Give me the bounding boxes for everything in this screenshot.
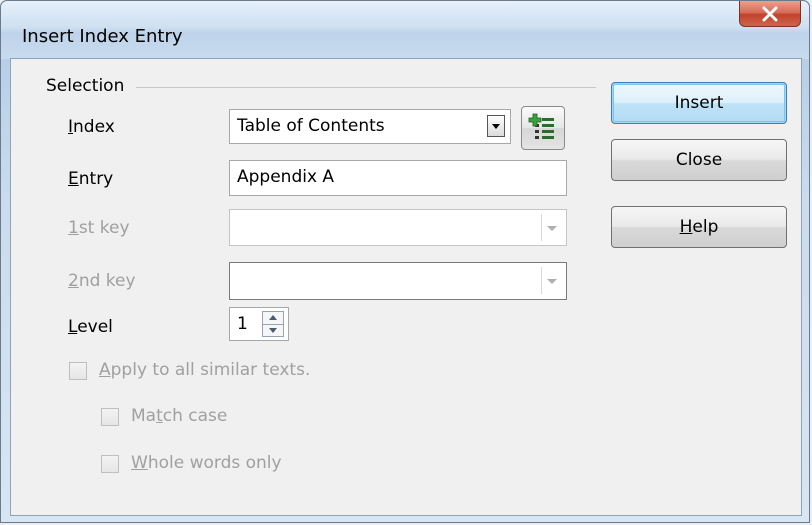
window-title: Insert Index Entry: [22, 26, 183, 47]
chevron-down-icon[interactable]: [541, 267, 562, 294]
chevron-down-icon[interactable]: [541, 214, 562, 241]
title-bar[interactable]: Insert Index Entry: [1, 1, 809, 59]
group-divider: [136, 87, 596, 88]
level-spin-buttons: [262, 311, 284, 337]
close-x-icon: [762, 6, 778, 21]
dialog-window: Insert Index Entry Selection Index Table…: [0, 0, 810, 523]
insert-button[interactable]: Insert: [611, 82, 787, 124]
whole-words-label: Whole words only: [131, 453, 282, 473]
key2-combobox[interactable]: [229, 262, 567, 300]
selection-group-label: Selection: [46, 76, 125, 96]
new-user-index-icon: [528, 113, 554, 139]
match-case-label: Match case: [131, 406, 228, 426]
close-button[interactable]: Close: [611, 139, 787, 181]
level-label: Level: [68, 317, 113, 337]
index-label: Index: [68, 117, 115, 137]
apply-all-label: Apply to all similar texts.: [99, 360, 311, 380]
level-value: 1: [237, 314, 248, 334]
entry-input[interactable]: Appendix A: [229, 160, 567, 196]
chevron-down-icon[interactable]: [487, 115, 505, 137]
spin-down-icon[interactable]: [263, 324, 283, 336]
window-close-button[interactable]: [739, 1, 801, 27]
key1-label: 1st key: [68, 218, 130, 238]
key2-label: 2nd key: [68, 271, 136, 291]
help-button[interactable]: Help: [611, 206, 787, 248]
apply-all-checkbox[interactable]: [69, 362, 87, 380]
new-index-button[interactable]: [521, 106, 565, 150]
key1-combobox[interactable]: [229, 209, 567, 246]
match-case-checkbox[interactable]: [101, 408, 119, 426]
index-value: Table of Contents: [237, 116, 385, 136]
entry-label: Entry: [68, 169, 114, 189]
dialog-content: Selection Index Table of Contents Entry …: [10, 58, 802, 516]
entry-value: Appendix A: [237, 167, 335, 187]
whole-words-checkbox[interactable]: [101, 455, 119, 473]
level-spinbox[interactable]: 1: [229, 307, 289, 341]
index-combobox[interactable]: Table of Contents: [229, 109, 511, 144]
